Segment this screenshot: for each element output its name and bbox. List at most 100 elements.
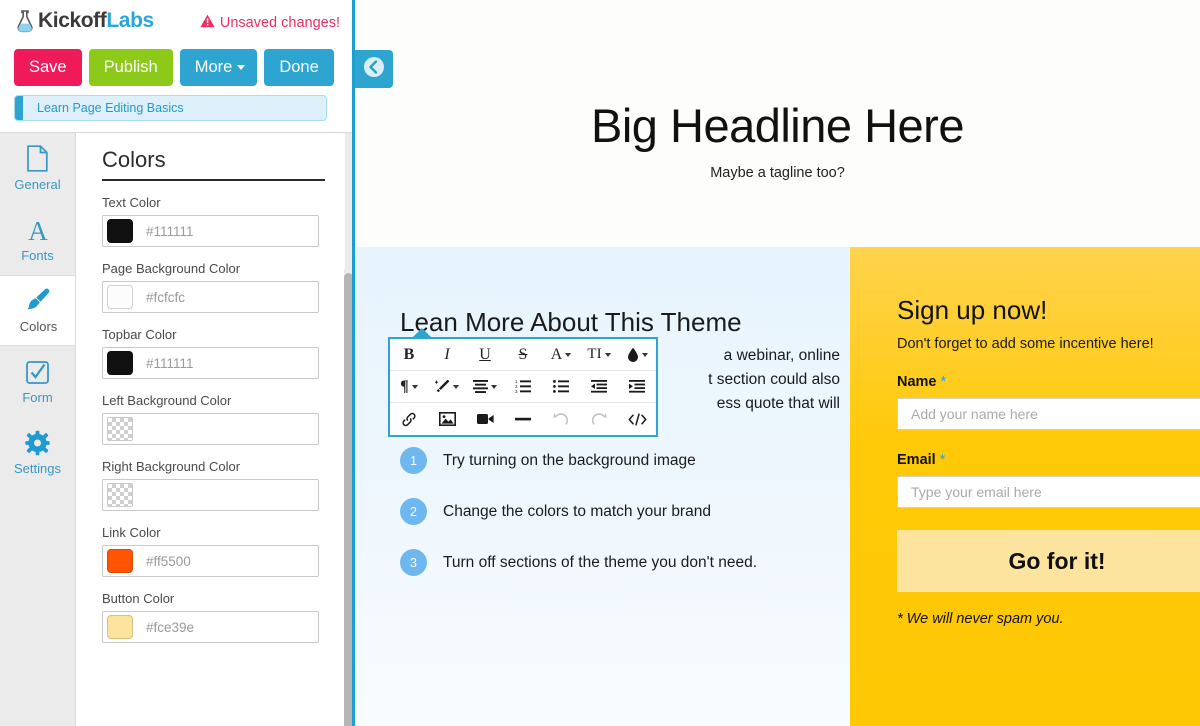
unsaved-changes-indicator: Unsaved changes! [200, 14, 340, 32]
field-button-color: Button Color #fce39e [102, 591, 319, 643]
name-input[interactable]: Add your name here [897, 398, 1200, 430]
email-input[interactable]: Type your email here [897, 476, 1200, 508]
logo-text-primary: Kickoff [38, 9, 107, 32]
font-family-icon[interactable]: A [542, 339, 580, 370]
email-label-text: Email [897, 452, 936, 468]
indent-icon[interactable] [618, 371, 656, 402]
list-number-badge: 2 [400, 498, 427, 525]
ordered-list-icon[interactable]: 123 [504, 371, 542, 402]
save-button[interactable]: Save [14, 49, 82, 86]
settings-scrollbar-thumb[interactable] [344, 273, 352, 726]
field-label: Right Background Color [102, 459, 241, 474]
color-input[interactable]: #111111 [102, 215, 319, 247]
redo-icon[interactable] [580, 403, 618, 435]
paintbrush-icon [25, 287, 52, 314]
collapse-panel-button[interactable] [355, 50, 393, 88]
field-topbar-color: Topbar Color #111111 [102, 327, 319, 379]
hero-section: Big Headline Here Maybe a tagline too? [355, 0, 1200, 247]
code-view-icon[interactable] [618, 403, 656, 435]
spam-disclaimer: * We will never spam you. [897, 611, 1064, 627]
color-input[interactable] [102, 479, 319, 511]
sidebar-item-settings[interactable]: Settings [0, 417, 75, 488]
unsaved-changes-label: Unsaved changes! [219, 15, 340, 31]
unordered-list-icon[interactable] [542, 371, 580, 402]
paragraph-format-icon[interactable]: ¶ [390, 371, 428, 402]
learn-basics-link[interactable]: Learn Page Editing Basics [23, 101, 184, 115]
done-button[interactable]: Done [264, 49, 334, 86]
magic-wand-icon[interactable] [428, 371, 466, 402]
font-size-icon[interactable]: TI [580, 339, 618, 370]
list-item-label: Change the colors to match your brand [443, 502, 711, 520]
underline-icon[interactable]: U [466, 339, 504, 370]
editor-body: General A Fonts Colors Form Settings Col… [0, 133, 352, 726]
logo[interactable]: KickoffLabs [14, 9, 154, 33]
signup-section: Sign up now! Don't forget to add some in… [850, 247, 1200, 726]
section-heading[interactable]: Lean More About This Theme [400, 307, 742, 338]
color-input[interactable]: #fce39e [102, 611, 319, 643]
more-button[interactable]: More [179, 49, 258, 86]
signup-title[interactable]: Sign up now! [897, 295, 1200, 326]
editor-action-buttons: Save Publish More Done [14, 49, 334, 86]
color-input[interactable]: #111111 [102, 347, 319, 379]
required-marker: * [939, 452, 946, 468]
strikethrough-icon[interactable]: S [504, 339, 542, 370]
field-label: Left Background Color [102, 393, 232, 408]
color-input[interactable]: #ff5500 [102, 545, 319, 577]
toolbar-pointer-arrow [411, 328, 433, 339]
undo-icon[interactable] [542, 403, 580, 435]
color-input[interactable]: #fcfcfc [102, 281, 319, 313]
signup-subtitle[interactable]: Don't forget to add some incentive here! [897, 336, 1200, 352]
letter-a-icon: A [25, 216, 51, 243]
image-icon[interactable] [428, 403, 466, 435]
field-label: Topbar Color [102, 327, 177, 342]
name-input-placeholder: Add your name here [911, 406, 1038, 422]
sidebar-item-general[interactable]: General [0, 133, 75, 204]
video-icon[interactable] [466, 403, 504, 435]
sidebar-item-label: Fonts [21, 248, 54, 263]
toolbar-row-paragraph: ¶ 123 [390, 371, 656, 403]
text-color-icon[interactable] [618, 339, 656, 370]
bold-icon[interactable]: B [390, 339, 428, 370]
publish-button[interactable]: Publish [88, 49, 173, 86]
hero-headline[interactable]: Big Headline Here [355, 98, 1200, 153]
list-item[interactable]: 3 Turn off sections of the theme you don… [400, 549, 840, 576]
color-value: #fcfcfc [146, 289, 186, 305]
sidebar-item-form[interactable]: Form [0, 346, 75, 417]
chevron-left-circle-icon [363, 56, 385, 83]
svg-text:3: 3 [515, 389, 518, 393]
list-item[interactable]: 1 Try turning on the background image [400, 447, 840, 474]
color-swatch[interactable] [107, 219, 133, 243]
toolbar-row-format: B I U S A TI [390, 339, 656, 371]
sidebar-item-label: General [14, 177, 61, 192]
name-field-label: Name * [897, 374, 1200, 390]
svg-text:A: A [28, 216, 48, 243]
learn-basics-banner[interactable]: Learn Page Editing Basics [14, 95, 327, 121]
italic-icon[interactable]: I [428, 339, 466, 370]
field-link-color: Link Color #ff5500 [102, 525, 319, 577]
align-icon[interactable] [466, 371, 504, 402]
list-item-label: Turn off sections of the theme you don't… [443, 553, 758, 571]
field-right-background-color: Right Background Color [102, 459, 319, 511]
sidebar-item-colors[interactable]: Colors [0, 275, 77, 346]
color-swatch[interactable] [107, 615, 133, 639]
color-input[interactable] [102, 413, 319, 445]
sidebar-item-fonts[interactable]: A Fonts [0, 204, 75, 275]
chevron-down-icon [237, 65, 246, 71]
color-swatch-transparent[interactable] [107, 483, 133, 507]
color-swatch[interactable] [107, 285, 133, 309]
hero-tagline[interactable]: Maybe a tagline too? [355, 165, 1200, 181]
link-icon[interactable] [390, 403, 428, 435]
banner-accent-bar [15, 96, 23, 120]
color-swatch[interactable] [107, 351, 133, 375]
color-value: #fce39e [146, 619, 195, 635]
horizontal-rule-icon[interactable] [504, 403, 542, 435]
list-number-badge: 3 [400, 549, 427, 576]
submit-button[interactable]: Go for it! [897, 530, 1200, 592]
color-swatch[interactable] [107, 549, 133, 573]
outdent-icon[interactable] [580, 371, 618, 402]
list-number-badge: 1 [400, 447, 427, 474]
color-swatch-transparent[interactable] [107, 417, 133, 441]
list-item[interactable]: 2 Change the colors to match your brand [400, 498, 840, 525]
rich-text-toolbar: B I U S A TI ¶ 1 2 3 [388, 328, 658, 437]
flask-logo-icon [14, 9, 36, 33]
